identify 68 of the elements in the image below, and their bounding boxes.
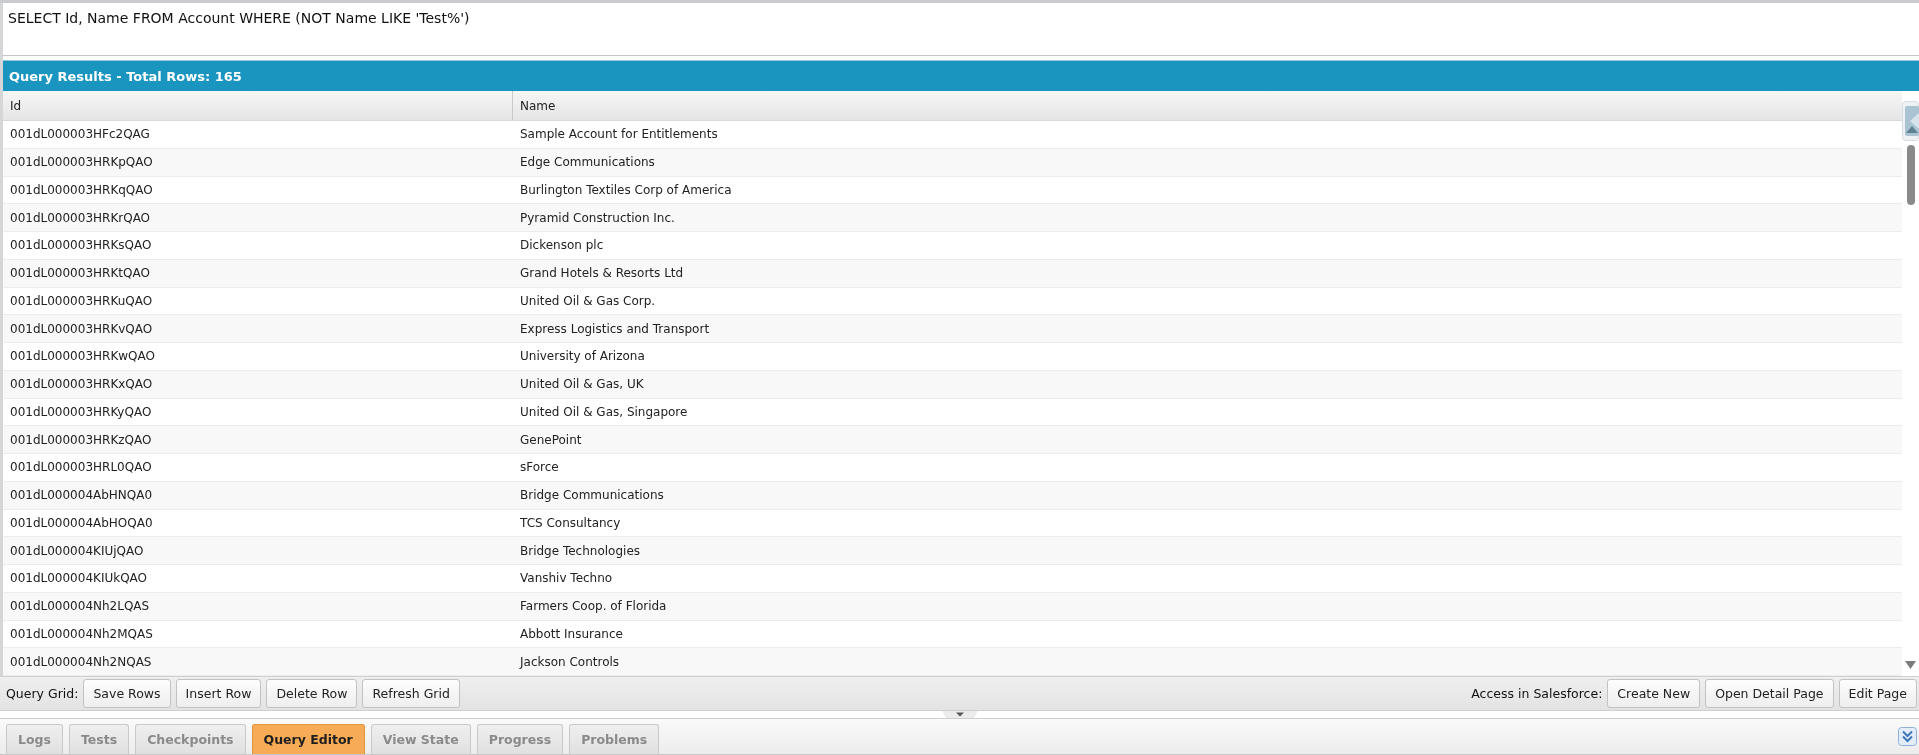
table-cell-text: Edge Communications: [519, 154, 656, 172]
table-row[interactable]: 001dL000003HRKrQAO Pyramid Construction Inc.: [3, 204, 1902, 232]
table-cell-text: TCS Consultancy: [519, 514, 622, 532]
table-cell-text: Bridge Communications: [519, 487, 665, 505]
table-cell-text: 001dL000003HRKxQAO: [9, 376, 154, 394]
table-cell-text: 001dL000003HRKqQAO: [9, 181, 154, 199]
toolbar-button[interactable]: Create New: [1607, 679, 1701, 708]
table-row[interactable]: 001dL000004Nh2NQAS Jackson Controls: [3, 648, 1902, 676]
table-cell-text: Sample Account for Entitlements: [519, 126, 719, 144]
table-cell-text: Bridge Technologies: [519, 542, 642, 560]
table-cell-text: Express Logistics and Transport: [519, 320, 711, 338]
table-cell-text: 001dL000003HRKpQAO: [9, 154, 154, 172]
table-row[interactable]: 001dL000004AbHNQA0 Bridge Communications: [3, 481, 1902, 510]
table-cell-text: 001dL000003HRKuQAO: [9, 292, 154, 310]
scroll-up-icon[interactable]: [1902, 101, 1919, 141]
table-row[interactable]: 001dL000004Nh2LQAS Farmers Coop. of Florida: [3, 592, 1902, 621]
table-cell-text: Burlington Textiles Corp of America: [519, 181, 733, 199]
table-cell-text: 001dL000003HRKzQAO: [9, 431, 153, 449]
table-cell-text: United Oil & Gas, UK: [519, 376, 645, 394]
toolbar-label: Query Grid:: [6, 686, 79, 701]
table-cell-text: 001dL000003HRKvQAO: [9, 320, 154, 338]
table-cell-text: University of Arizona: [519, 348, 646, 366]
table-cell-text: Grand Hotels & Resorts Ltd: [519, 265, 685, 283]
table-cell-text: 001dL000003HRKsQAO: [9, 237, 153, 255]
table-cell-text: 001dL000003HRL0QAO: [9, 459, 153, 477]
table-cell-text: Dickenson plc: [519, 237, 605, 255]
toolbar-button[interactable]: Insert Row: [175, 679, 262, 708]
column-header[interactable]: Id: [3, 91, 513, 120]
table-cell-text: 001dL000003HRKyQAO: [9, 403, 153, 421]
scrollbar-thumb[interactable]: [1906, 145, 1915, 205]
double-chevron-icon[interactable]: [1898, 727, 1917, 746]
table-cell-text: 001dL000004KIUjQAO: [9, 542, 145, 560]
table-cell-text: 001dL000004AbHNQA0: [9, 487, 154, 505]
table-row[interactable]: 001dL000003HRKvQAO Express Logistics and Transport: [3, 315, 1902, 343]
table-cell-text: Vanshiv Techno: [519, 570, 614, 588]
toolbar-button[interactable]: Delete Row: [266, 679, 358, 708]
table-row[interactable]: 001dL000003HRKtQAO Grand Hotels & Resorts Ltd: [3, 259, 1902, 288]
table-cell-text: Pyramid Construction Inc.: [519, 209, 676, 227]
results-header: Query Results - Total Rows: 165: [3, 60, 1919, 91]
table-cell-text: 001dL000004AbHOQA0: [9, 514, 154, 532]
toolbar-button[interactable]: Save Rows: [83, 679, 171, 708]
table-cell-text: GenePoint: [519, 431, 583, 449]
table-row[interactable]: 001dL000004KIUjQAO Bridge Technologies: [3, 537, 1902, 565]
table-cell-text: 001dL000004Nh2LQAS: [9, 598, 151, 616]
table-cell-text: 001dL000003HFc2QAG: [9, 126, 151, 144]
table-cell-text: 001dL000003HRKrQAO: [9, 209, 152, 227]
column-header[interactable]: Name: [513, 91, 1902, 120]
table-cell-text: Farmers Coop. of Florida: [519, 598, 668, 616]
table-cell-text: sForce: [519, 459, 560, 477]
table-row[interactable]: 001dL000003HRKpQAO Edge Communications: [3, 148, 1902, 177]
table-row[interactable]: 001dL000003HRKzQAO GenePoint: [3, 426, 1902, 454]
table-cell-text: Abbott Insurance: [519, 625, 624, 643]
panel-tab[interactable]: Query Editor: [251, 724, 365, 754]
toolbar-button[interactable]: Open Detail Page: [1705, 679, 1834, 708]
splitter-caret-icon[interactable]: [941, 711, 978, 718]
table-cell-text: 001dL000003HRKtQAO: [9, 265, 151, 283]
table-cell-text: Jackson Controls: [518, 653, 621, 671]
scroll-down-icon[interactable]: [1905, 661, 1916, 669]
table-cell-text: United Oil & Gas, Singapore: [519, 403, 689, 421]
table-cell-text: 001dL000004Nh2NQAS: [9, 653, 153, 671]
toolbar-button[interactable]: Edit Page: [1838, 679, 1917, 708]
toolbar-label: Access in Salesforce:: [1471, 686, 1603, 701]
table-cell-text: 001dL000004KIUkQAO: [9, 570, 149, 588]
table-cell-text: 001dL000004Nh2MQAS: [9, 625, 154, 643]
table-cell-text: United Oil & Gas Corp.: [519, 292, 657, 310]
table-row[interactable]: 001dL000003HRKxQAO United Oil & Gas, UK: [3, 370, 1902, 399]
table-cell-text: 001dL000003HRKwQAO: [9, 348, 156, 366]
toolbar-button[interactable]: Refresh Grid: [362, 679, 460, 708]
